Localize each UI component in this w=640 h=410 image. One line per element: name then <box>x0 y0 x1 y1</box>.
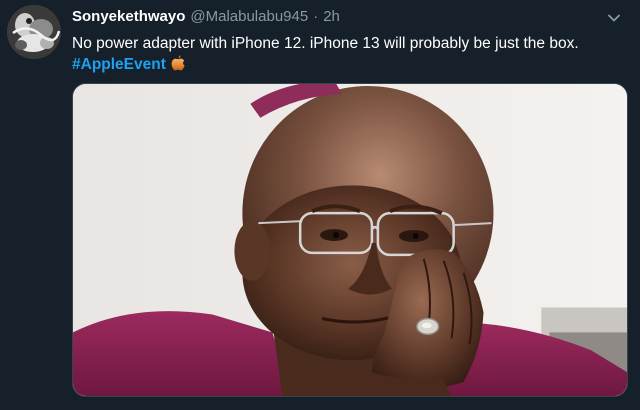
chevron-down-icon[interactable] <box>606 10 622 26</box>
tweet-body: No power adapter with iPhone 12. iPhone … <box>72 35 579 52</box>
separator-dot: · <box>313 8 319 25</box>
hashtag-link[interactable]: #AppleEvent <box>72 56 166 73</box>
user-handle[interactable]: @Malabulabu945 <box>190 8 308 25</box>
tweet-header: Sonyekethwayo @Malabulabu945 · 2h <box>72 8 340 25</box>
display-name[interactable]: Sonyekethwayo <box>72 8 185 25</box>
tweet-text: No power adapter with iPhone 12. iPhone … <box>72 33 628 75</box>
apple-emoji-icon <box>170 54 186 72</box>
avatar[interactable] <box>7 5 61 59</box>
timestamp[interactable]: 2h <box>323 8 340 25</box>
avatar-image <box>7 5 61 59</box>
meme-photo <box>73 84 627 396</box>
tweet-media-image[interactable] <box>72 83 628 397</box>
tweet: Sonyekethwayo @Malabulabu945 · 2h No pow… <box>0 0 640 410</box>
